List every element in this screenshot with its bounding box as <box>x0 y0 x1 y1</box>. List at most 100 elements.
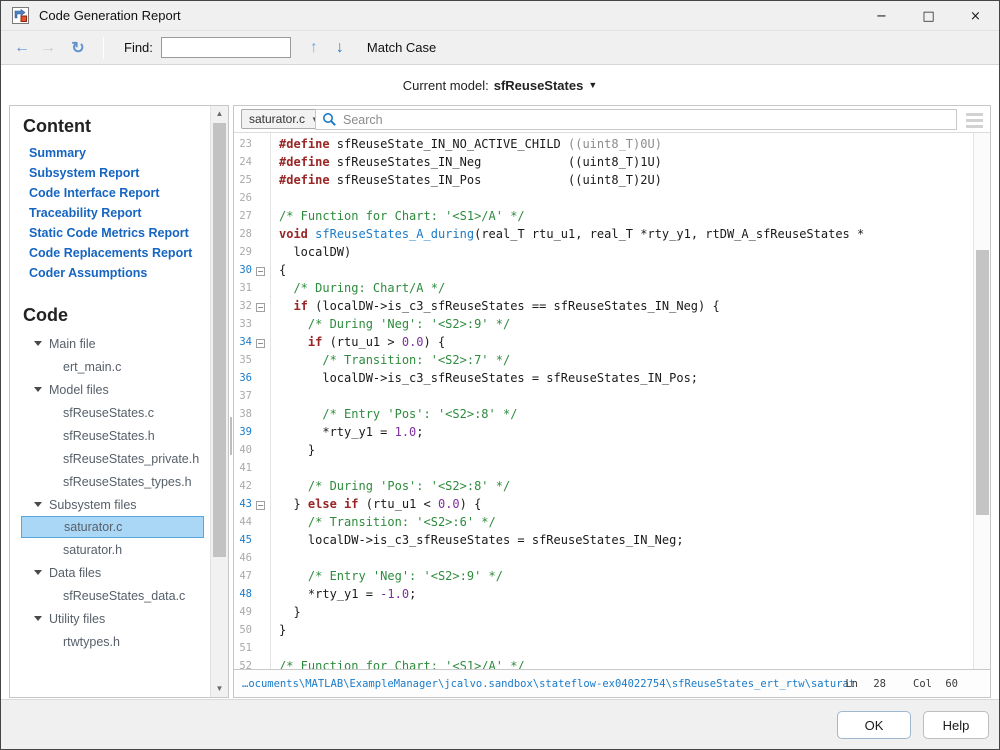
tree-group[interactable]: Data files <box>21 561 204 584</box>
code-search-field[interactable]: Search <box>315 109 957 130</box>
match-case-toggle[interactable]: Match Case <box>367 40 436 55</box>
fold-collapse-icon[interactable]: − <box>256 339 265 348</box>
find-input[interactable] <box>161 37 291 58</box>
code-text: /* During 'Pos': '<S2>:8' */ <box>269 479 510 493</box>
line-number-link[interactable]: 30 <box>234 261 252 279</box>
caret-down-icon[interactable] <box>34 570 42 575</box>
fold-column: − <box>252 297 269 315</box>
code-token: ((uint8_T)0U) <box>568 137 662 151</box>
function-link[interactable]: sfReuseStates_A_during <box>315 227 474 241</box>
tree-group[interactable]: Subsystem files <box>21 493 204 516</box>
tree-file-item[interactable]: rtwtypes.h <box>21 630 204 653</box>
line-number-link[interactable]: 34 <box>234 333 252 351</box>
tree-file-item[interactable]: sfReuseStates_types.h <box>21 470 204 493</box>
tree-item-label: Model files <box>49 379 109 401</box>
scroll-up-icon[interactable]: ▲ <box>211 106 228 122</box>
code-text: } <box>269 443 315 457</box>
code-token: /* During 'Neg': '<S2>:9' */ <box>279 317 510 331</box>
fold-collapse-icon[interactable]: − <box>256 303 265 312</box>
maximize-icon[interactable]: □ <box>905 1 952 31</box>
code-token <box>337 497 344 511</box>
code-token: } <box>279 497 308 511</box>
window-title: Code Generation Report <box>39 8 181 23</box>
chevron-down-icon[interactable]: ▼ <box>588 80 597 90</box>
code-token: if <box>293 299 307 313</box>
tree-file-item[interactable]: sfReuseStates.h <box>21 424 204 447</box>
simulink-report-icon <box>12 7 29 24</box>
code-text: *rty_y1 = -1.0; <box>269 587 416 601</box>
current-model-value[interactable]: sfReuseStates <box>494 78 584 93</box>
code-token: /* Entry 'Pos': '<S2>:8' */ <box>279 407 517 421</box>
code-token: #define <box>279 137 330 151</box>
line-number: 42 <box>234 477 252 495</box>
tree-item-label: Utility files <box>49 608 105 630</box>
back-icon[interactable]: ← <box>9 39 35 57</box>
column-label: Col <box>913 678 932 690</box>
content-link[interactable]: Static Code Metrics Report <box>29 223 210 243</box>
status-bar: …ocuments\MATLAB\ExampleManager\jcalvo.s… <box>234 669 990 697</box>
line-number: 50 <box>234 621 252 639</box>
code-line: 29 localDW) <box>234 243 972 261</box>
code-text: localDW->is_c3_sfReuseStates = sfReuseSt… <box>269 533 684 547</box>
code-panel-header: saturator.c ▼ Search <box>234 106 990 133</box>
code-text: /* Entry 'Pos': '<S2>:8' */ <box>269 407 517 421</box>
tree-group[interactable]: Model files <box>21 378 204 401</box>
file-path-link[interactable]: …ocuments\MATLAB\ExampleManager\jcalvo.s… <box>242 678 854 690</box>
code-text <box>269 389 279 403</box>
content-link[interactable]: Subsystem Report <box>29 163 210 183</box>
tree-file-item[interactable]: saturator.h <box>21 538 204 561</box>
panel-splitter[interactable] <box>230 417 232 455</box>
content-link[interactable]: Code Replacements Report <box>29 243 210 263</box>
tree-group[interactable]: Main file <box>21 332 204 355</box>
scroll-down-icon[interactable]: ▼ <box>211 681 228 697</box>
help-button[interactable]: Help <box>923 711 989 739</box>
line-number: 28 <box>234 225 252 243</box>
code-scrollbar[interactable] <box>973 133 990 669</box>
minimize-icon[interactable]: − <box>858 1 905 31</box>
code-token: /* Function for Chart: '<S1>/A' */ <box>279 659 525 669</box>
tree-item-label: sfReuseStates.h <box>63 425 155 447</box>
caret-down-icon[interactable] <box>34 387 42 392</box>
code-text: #define sfReuseStates_IN_Neg ((uint8_T)1… <box>269 155 662 169</box>
menu-icon[interactable] <box>966 113 983 131</box>
tree-file-item[interactable]: sfReuseStates_private.h <box>21 447 204 470</box>
caret-down-icon[interactable] <box>34 502 42 507</box>
tree-file-item[interactable]: sfReuseStates_data.c <box>21 584 204 607</box>
titlebar: Code Generation Report − □ × <box>1 1 999 31</box>
fold-collapse-icon[interactable]: − <box>256 501 265 510</box>
close-icon[interactable]: × <box>952 1 999 31</box>
content-link[interactable]: Summary <box>29 143 210 163</box>
line-number-link[interactable]: 39 <box>234 423 252 441</box>
tree-file-item[interactable]: ert_main.c <box>21 355 204 378</box>
code-text <box>269 461 279 475</box>
find-previous-icon[interactable]: ↑ <box>301 39 327 57</box>
find-next-icon[interactable]: ↓ <box>327 39 353 57</box>
code-scrollbar-thumb[interactable] <box>976 250 989 515</box>
code-token: } <box>279 623 286 637</box>
caret-down-icon[interactable] <box>34 341 42 346</box>
line-number-link[interactable]: 45 <box>234 531 252 549</box>
line-number: 32 <box>234 297 252 315</box>
sidebar-scrollbar[interactable]: ▲ ▼ <box>210 106 228 697</box>
code-text: /* Function for Chart: '<S1>/A' */ <box>269 659 525 669</box>
code-token: (rtu_u1 < <box>359 497 438 511</box>
code-text: { <box>269 263 286 277</box>
fold-collapse-icon[interactable]: − <box>256 267 265 276</box>
content-link[interactable]: Code Interface Report <box>29 183 210 203</box>
refresh-icon[interactable]: ↻ <box>65 38 91 58</box>
content-heading: Content <box>23 116 210 137</box>
tree-file-item[interactable]: saturator.c <box>21 516 204 538</box>
sidebar-scrollbar-thumb[interactable] <box>213 123 226 557</box>
tree-file-item[interactable]: sfReuseStates.c <box>21 401 204 424</box>
line-number-link[interactable]: 43 <box>234 495 252 513</box>
code-text: #define sfReuseStates_IN_Pos ((uint8_T)2… <box>269 173 662 187</box>
content-link[interactable]: Traceability Report <box>29 203 210 223</box>
code-line: 51 <box>234 639 972 657</box>
line-number-link[interactable]: 48 <box>234 585 252 603</box>
ok-button[interactable]: OK <box>837 711 911 739</box>
fold-column: − <box>252 261 269 279</box>
content-link[interactable]: Coder Assumptions <box>29 263 210 283</box>
line-number-link[interactable]: 36 <box>234 369 252 387</box>
tree-group[interactable]: Utility files <box>21 607 204 630</box>
caret-down-icon[interactable] <box>34 616 42 621</box>
